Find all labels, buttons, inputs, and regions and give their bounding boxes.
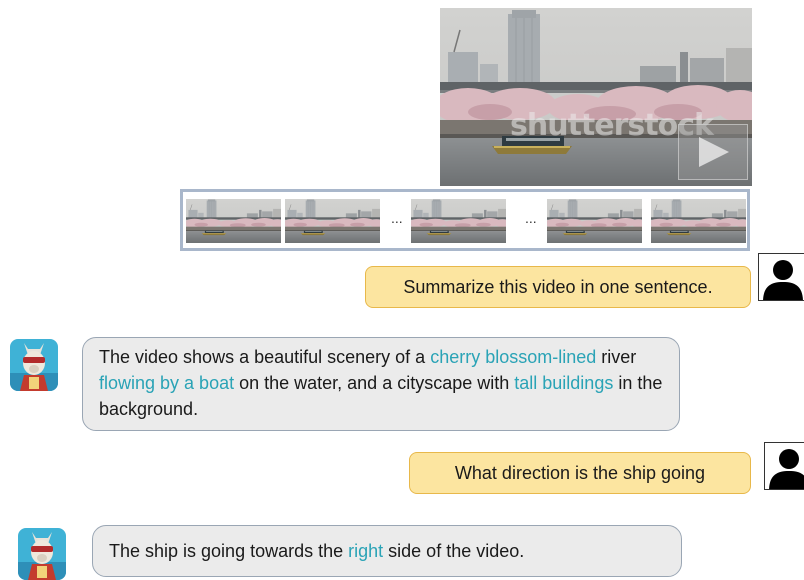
frame-thumbnail — [285, 199, 380, 243]
person-silhouette-icon — [769, 449, 804, 489]
assistant-message: The video shows a beautiful scenery of a… — [82, 337, 680, 431]
frame-ellipsis: ... — [525, 210, 537, 226]
frame-strip: ... ... — [180, 189, 750, 251]
user-message-text: What direction is the ship going — [454, 463, 706, 483]
user-avatar — [758, 253, 804, 301]
assistant-text: on the water, and a cityscape with — [234, 373, 515, 393]
assistant-avatar — [18, 528, 66, 580]
user-avatar — [764, 442, 804, 490]
frame-thumbnail — [651, 199, 746, 243]
person-silhouette-icon — [763, 260, 803, 300]
user-message: What direction is the ship going — [409, 452, 751, 494]
frame-thumbnail — [547, 199, 642, 243]
assistant-highlight: tall buildings — [514, 373, 614, 393]
frame-thumbnail — [411, 199, 506, 243]
user-message: Summarize this video in one sentence. — [365, 266, 751, 308]
assistant-text: The video shows a beautiful scenery of a — [99, 347, 431, 367]
frame-thumbnail — [186, 199, 281, 243]
assistant-highlight: right — [348, 541, 384, 561]
assistant-highlight: flowing by a boat — [99, 373, 235, 393]
llama-avatar-icon — [10, 339, 58, 391]
assistant-avatar — [10, 339, 58, 391]
play-button[interactable] — [678, 124, 748, 180]
assistant-message: The ship is going towards the right side… — [92, 525, 682, 577]
assistant-text: river — [596, 347, 637, 367]
llama-avatar-icon — [18, 528, 66, 580]
play-icon — [699, 137, 729, 167]
assistant-text: side of the video. — [383, 541, 525, 561]
assistant-text: The ship is going towards the — [109, 541, 349, 561]
assistant-highlight: cherry blossom-lined — [430, 347, 597, 367]
user-message-text: Summarize this video in one sentence. — [403, 277, 713, 297]
frame-ellipsis: ... — [391, 210, 403, 226]
